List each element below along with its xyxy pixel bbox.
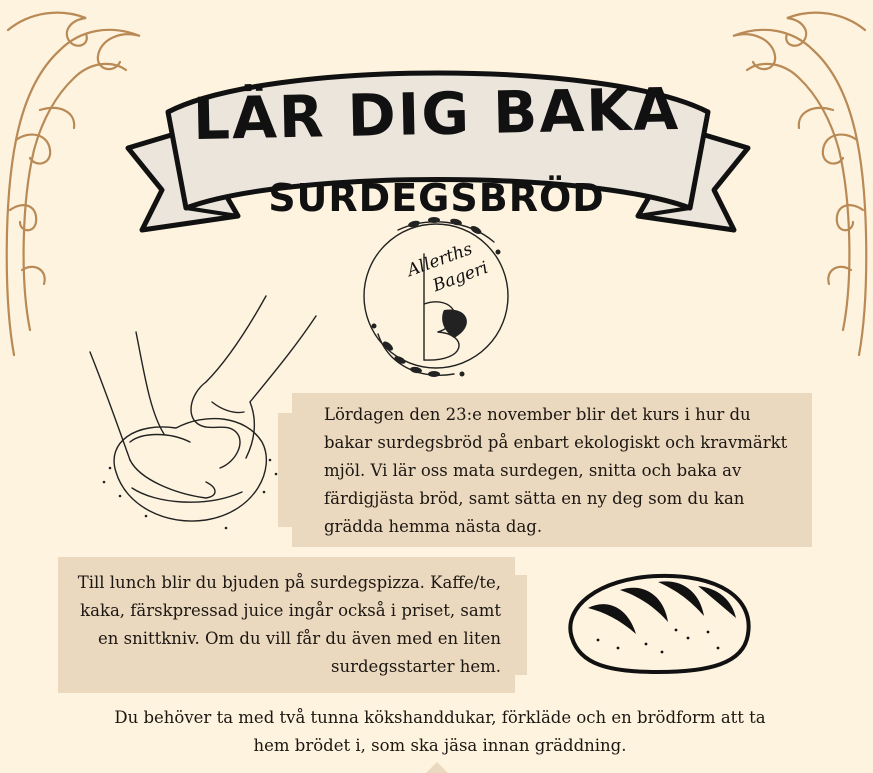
course-info-box: Lördagen den 23:e november blir det kurs…	[278, 393, 812, 547]
lunch-info-box: Till lunch blir du bjuden på surdegspizz…	[58, 557, 527, 693]
lunch-info-text: Till lunch blir du bjuden på surdegspizz…	[77, 573, 501, 676]
poster: LÄR DIG BAKA SURDEGSBRÖD Allerths Bageri	[0, 0, 873, 773]
bread-loaf-icon	[568, 573, 751, 674]
arrow-down-icon	[426, 762, 448, 773]
course-info-text: Lördagen den 23:e november blir det kurs…	[324, 405, 788, 536]
wreath-logo-icon	[363, 217, 509, 377]
bring-items-text: Du behöver ta med två tunna kökshandduka…	[114, 708, 766, 755]
page-title: LÄR DIG BAKA	[192, 74, 681, 154]
